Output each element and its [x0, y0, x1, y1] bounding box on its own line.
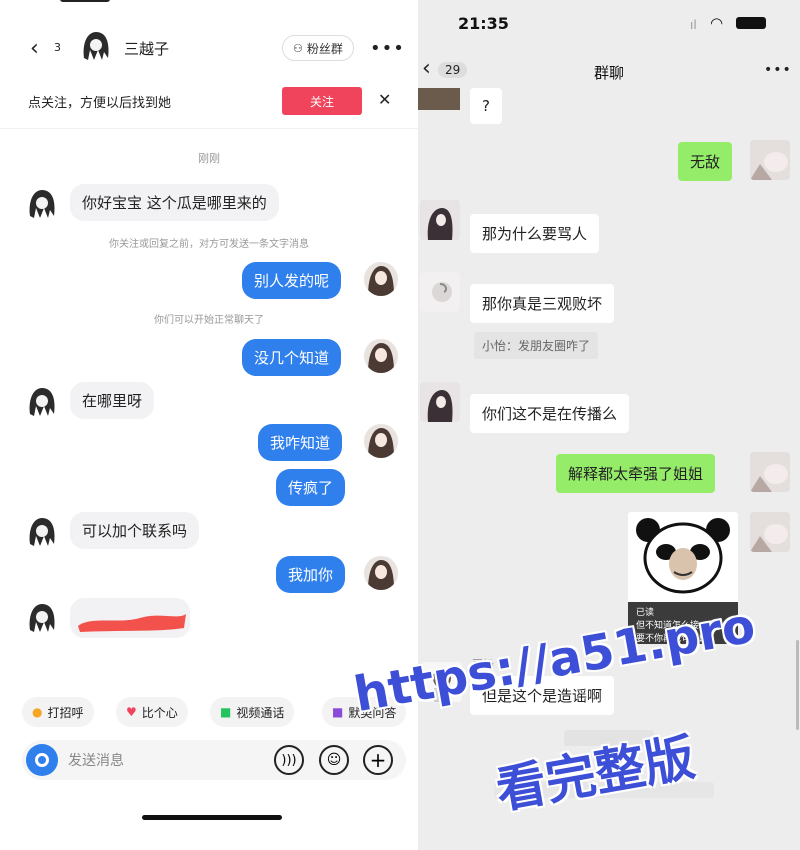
message-outgoing: 无敌	[678, 142, 733, 181]
user-avatar	[364, 424, 398, 458]
back-count: 3	[54, 41, 61, 54]
member-avatar	[420, 382, 460, 422]
signal-icon: ıl	[690, 18, 697, 32]
scrollbar[interactable]	[796, 640, 799, 730]
status-time-cropped	[60, 0, 110, 2]
divider	[0, 128, 418, 129]
chip-label: 视频通话	[236, 705, 285, 720]
chip-label: 打招呼	[47, 705, 84, 720]
plus-icon[interactable]: +	[363, 745, 393, 775]
panda-face-icon	[628, 512, 738, 598]
chip-greet[interactable]: ● 打招呼	[22, 697, 94, 727]
wave-icon: ●	[32, 705, 43, 719]
follow-button[interactable]: 关注	[282, 87, 362, 115]
quiz-icon: ■	[332, 705, 344, 719]
message-incoming: 在哪里呀	[70, 382, 155, 419]
emoji-icon[interactable]: ☺	[319, 745, 349, 775]
contact-name: 三越子	[124, 40, 170, 58]
home-indicator	[142, 815, 282, 820]
message-incoming: 你好宝宝 这个瓜是哪里来的	[70, 184, 279, 221]
message-incoming: ?	[470, 88, 502, 124]
system-notice: 你关注或回复之前，对方可发送一条文字消息	[109, 239, 309, 250]
status-time: 21:35	[458, 14, 509, 33]
quoted-message: 小怡：发朋友圈咋了	[474, 332, 599, 359]
camera-icon[interactable]	[26, 744, 58, 776]
close-icon[interactable]: ✕	[378, 90, 391, 109]
message-incoming: 你们这不是在传播么	[470, 394, 630, 433]
people-icon: ⚇	[293, 41, 303, 55]
contact-avatar-small	[24, 600, 60, 636]
user-avatar	[750, 452, 790, 492]
user-avatar	[364, 262, 398, 296]
contact-avatar-small	[24, 384, 60, 420]
fans-group-button[interactable]: ⚇ 粉丝群	[282, 35, 354, 61]
chip-label: 比个心	[141, 705, 178, 720]
member-avatar	[420, 200, 460, 240]
user-avatar	[750, 512, 790, 552]
contact-avatar-small	[24, 514, 60, 550]
contact-avatar[interactable]	[78, 28, 114, 64]
user-avatar	[750, 140, 790, 180]
video-icon: ■	[220, 705, 232, 719]
chip-heart[interactable]: ♥ 比个心	[116, 697, 188, 727]
voice-icon[interactable]: )))	[274, 745, 304, 775]
back-arrow-icon[interactable]: ‹	[30, 36, 39, 61]
contact-avatar-small	[24, 186, 60, 222]
message-outgoing: 我咋知道	[258, 424, 343, 461]
heart-icon: ♥	[126, 705, 137, 719]
user-avatar	[364, 556, 398, 590]
message-incoming: 那为什么要骂人	[470, 214, 600, 253]
member-avatar	[418, 88, 460, 110]
more-icon[interactable]: •••	[370, 38, 405, 59]
message-input-placeholder[interactable]: 发送消息	[68, 750, 124, 770]
message-incoming: 可以加个联系吗	[70, 512, 200, 549]
right-chat-panel: 21:35 ıl ◠ ‹ 29 群聊 ••• ? 无敌 那为什么要骂人 那你真是…	[418, 0, 800, 850]
message-outgoing: 没几个知道	[242, 339, 342, 376]
group-title: 群聊	[593, 64, 624, 82]
message-outgoing: 传疯了	[276, 469, 346, 506]
system-notice: 你们可以开始正常聊天了	[154, 315, 264, 326]
message-incoming: 那你真是三观败坏	[470, 284, 615, 323]
more-icon[interactable]: •••	[764, 62, 792, 78]
user-avatar	[364, 339, 398, 373]
chip-video-call[interactable]: ■ 视频通话	[210, 697, 295, 727]
follow-prompt: 点关注，方便以后找到她	[28, 96, 172, 111]
left-chat-panel: ‹ 3 三越子 ⚇ 粉丝群 ••• 点关注，方便以后找到她 关注 ✕ 刚刚 你好…	[0, 0, 418, 850]
message-redacted	[70, 598, 190, 638]
message-outgoing: 我加你	[276, 556, 346, 593]
message-outgoing: 别人发的呢	[242, 262, 342, 299]
battery-icon	[736, 17, 766, 29]
fans-group-label: 粉丝群	[306, 41, 343, 56]
member-avatar	[420, 272, 460, 312]
wifi-icon: ◠	[710, 14, 724, 32]
timestamp: 刚刚	[198, 152, 220, 165]
message-outgoing: 解释都太牵强了姐姐	[556, 454, 716, 493]
